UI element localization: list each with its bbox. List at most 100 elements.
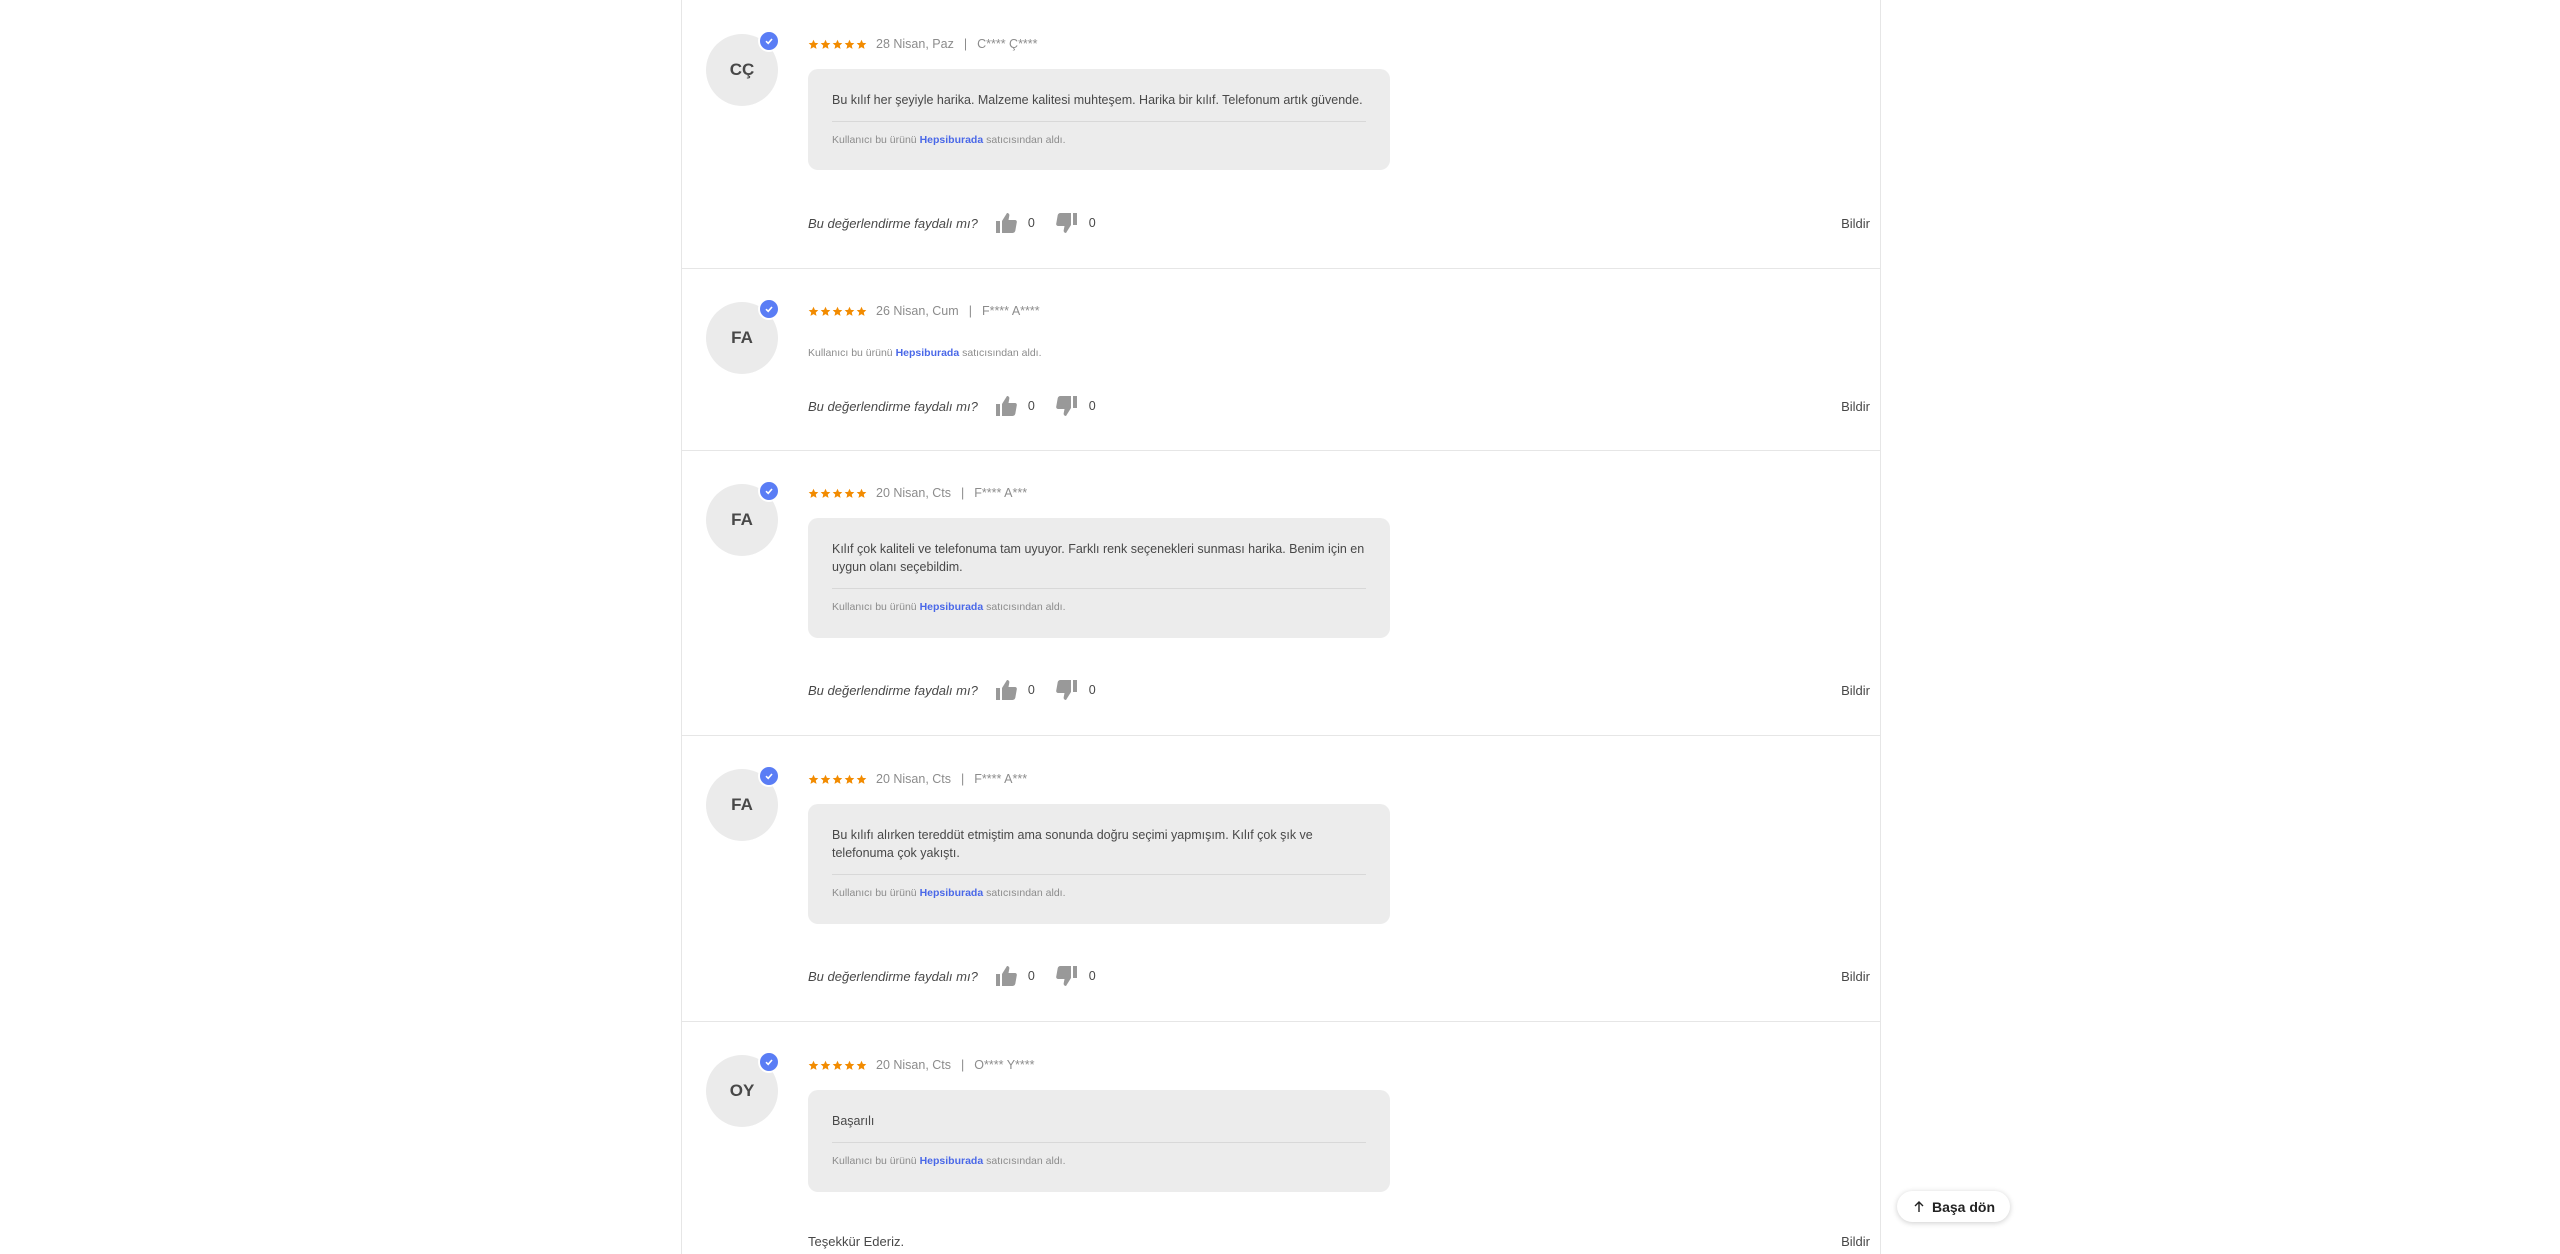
review-bubble: Bu kılıf her şeyiyle harika. Malzeme kal… (808, 69, 1390, 170)
star-icon (844, 774, 855, 784)
dislike-button[interactable]: 0 (1055, 964, 1096, 988)
bubble-divider (832, 588, 1366, 589)
like-count: 0 (1027, 216, 1035, 230)
reviews-list: CÇ 28 Nisan, Paz | C**** Ç**** Bu kılıf … (681, 0, 1881, 1254)
like-button[interactable]: 0 (994, 211, 1035, 235)
star-rating (808, 39, 867, 50)
seller-info: Kullanıcı bu ürünü Hepsiburada satıcısın… (832, 1155, 1366, 1167)
thumbs-up-icon (995, 213, 1017, 233)
verified-badge-icon (758, 480, 780, 502)
star-rating (808, 1060, 867, 1071)
seller-prefix: Kullanıcı bu ürünü (832, 134, 917, 146)
avatar: FA (706, 765, 780, 841)
helpful-question: Bu değerlendirme faydalı mı? (808, 682, 978, 698)
star-icon (856, 774, 867, 784)
thumbs-down-icon (1055, 396, 1077, 416)
report-button[interactable]: Bildir (1841, 964, 1870, 988)
thumbs-down-icon (1055, 680, 1077, 700)
helpful-row: Bu değerlendirme faydalı mı? 0 0 (808, 964, 1116, 988)
dislike-count: 0 (1088, 969, 1096, 983)
star-rating (808, 774, 867, 785)
seller-link[interactable]: Hepsiburada (896, 347, 960, 359)
helpful-row: Bu değerlendirme faydalı mı? 0 0 (808, 211, 1116, 235)
star-icon (820, 488, 831, 498)
review-date: 20 Nisan, Cts (876, 486, 952, 500)
seller-info: Kullanıcı bu ürünü Hepsiburada satıcısın… (832, 887, 1366, 899)
review-meta: 20 Nisan, Cts | F**** A*** (808, 771, 1027, 787)
seller-link[interactable]: Hepsiburada (920, 134, 984, 146)
verified-badge-icon (758, 1051, 780, 1073)
seller-prefix: Kullanıcı bu ürünü (832, 1155, 917, 1167)
report-button[interactable]: Bildir (1841, 1234, 1870, 1249)
review-meta: 20 Nisan, Cts | F**** A*** (808, 485, 1027, 501)
review-card: CÇ 28 Nisan, Paz | C**** Ç**** Bu kılıf … (682, 0, 1880, 269)
seller-suffix: satıcısından aldı. (986, 887, 1066, 899)
seller-info: Kullanıcı bu ürünü Hepsiburada satıcısın… (832, 601, 1366, 613)
dislike-button[interactable]: 0 (1055, 394, 1096, 418)
report-button[interactable]: Bildir (1841, 394, 1870, 418)
star-icon (820, 774, 831, 784)
like-button[interactable]: 0 (994, 964, 1035, 988)
star-icon (820, 1060, 831, 1070)
avatar-initials: OY (729, 1081, 755, 1100)
star-icon (808, 306, 819, 316)
avatar: FA (706, 480, 780, 556)
review-bubble: Başarılı Kullanıcı bu ürünü Hepsiburada … (808, 1090, 1390, 1192)
review-meta: 26 Nisan, Cum | F**** A**** (808, 303, 1040, 319)
thumbs-up-icon (995, 396, 1017, 416)
dislike-count: 0 (1088, 216, 1096, 230)
verified-badge-icon (758, 30, 780, 52)
review-meta: 20 Nisan, Cts | O**** Y**** (808, 1057, 1035, 1073)
review-meta: 28 Nisan, Paz | C**** Ç**** (808, 36, 1038, 52)
star-icon (844, 39, 855, 49)
back-to-top-label: Başa dön (1931, 1198, 1995, 1215)
dislike-count: 0 (1088, 683, 1096, 697)
like-count: 0 (1027, 969, 1035, 983)
star-icon (856, 1060, 867, 1070)
avatar: CÇ (706, 30, 780, 106)
meta-separator: | (961, 486, 965, 500)
star-icon (832, 306, 843, 316)
review-card: FA 26 Nisan, Cum | F**** A**** Kullanıcı… (682, 268, 1880, 451)
seller-suffix: satıcısından aldı. (986, 134, 1066, 146)
dislike-button[interactable]: 0 (1055, 678, 1096, 702)
back-to-top-button[interactable]: Başa dön (1897, 1191, 2010, 1222)
avatar-initials: CÇ (729, 60, 755, 79)
review-date: 20 Nisan, Cts (876, 1058, 952, 1072)
star-rating (808, 488, 867, 499)
seller-prefix: Kullanıcı bu ürünü (832, 887, 917, 899)
review-date: 26 Nisan, Cum (876, 304, 959, 318)
reviewer-name: F**** A*** (974, 486, 1028, 500)
review-text: Bu kılıfı alırken tereddüt etmiştim ama … (832, 828, 1313, 860)
seller-link[interactable]: Hepsiburada (920, 601, 984, 613)
seller-prefix: Kullanıcı bu ürünü (832, 601, 917, 613)
meta-separator: | (961, 772, 965, 786)
dislike-count: 0 (1088, 399, 1096, 413)
helpful-question: Bu değerlendirme faydalı mı? (808, 398, 978, 414)
report-button[interactable]: Bildir (1841, 211, 1870, 235)
reviewer-name: F**** A*** (974, 772, 1028, 786)
seller-link[interactable]: Hepsiburada (920, 887, 984, 899)
review-text: Başarılı (832, 1114, 875, 1128)
meta-separator: | (968, 304, 972, 318)
star-icon (808, 488, 819, 498)
seller-link[interactable]: Hepsiburada (920, 1155, 984, 1167)
star-icon (832, 1060, 843, 1070)
reviewer-name: C**** Ç**** (977, 37, 1038, 51)
bubble-divider (832, 874, 1366, 875)
thumbs-down-icon (1055, 213, 1077, 233)
helpful-row: Bu değerlendirme faydalı mı? 0 0 (808, 678, 1116, 702)
report-button[interactable]: Bildir (1841, 678, 1870, 702)
verified-badge-icon (758, 765, 780, 787)
bubble-divider (832, 1142, 1366, 1143)
avatar: OY (706, 1051, 780, 1127)
seller-suffix: satıcısından aldı. (986, 1155, 1066, 1167)
like-button[interactable]: 0 (994, 678, 1035, 702)
star-icon (808, 39, 819, 49)
dislike-button[interactable]: 0 (1055, 211, 1096, 235)
star-icon (832, 774, 843, 784)
thumbs-up-icon (995, 966, 1017, 986)
star-icon (820, 39, 831, 49)
like-button[interactable]: 0 (994, 394, 1035, 418)
avatar-initials: FA (731, 795, 753, 814)
